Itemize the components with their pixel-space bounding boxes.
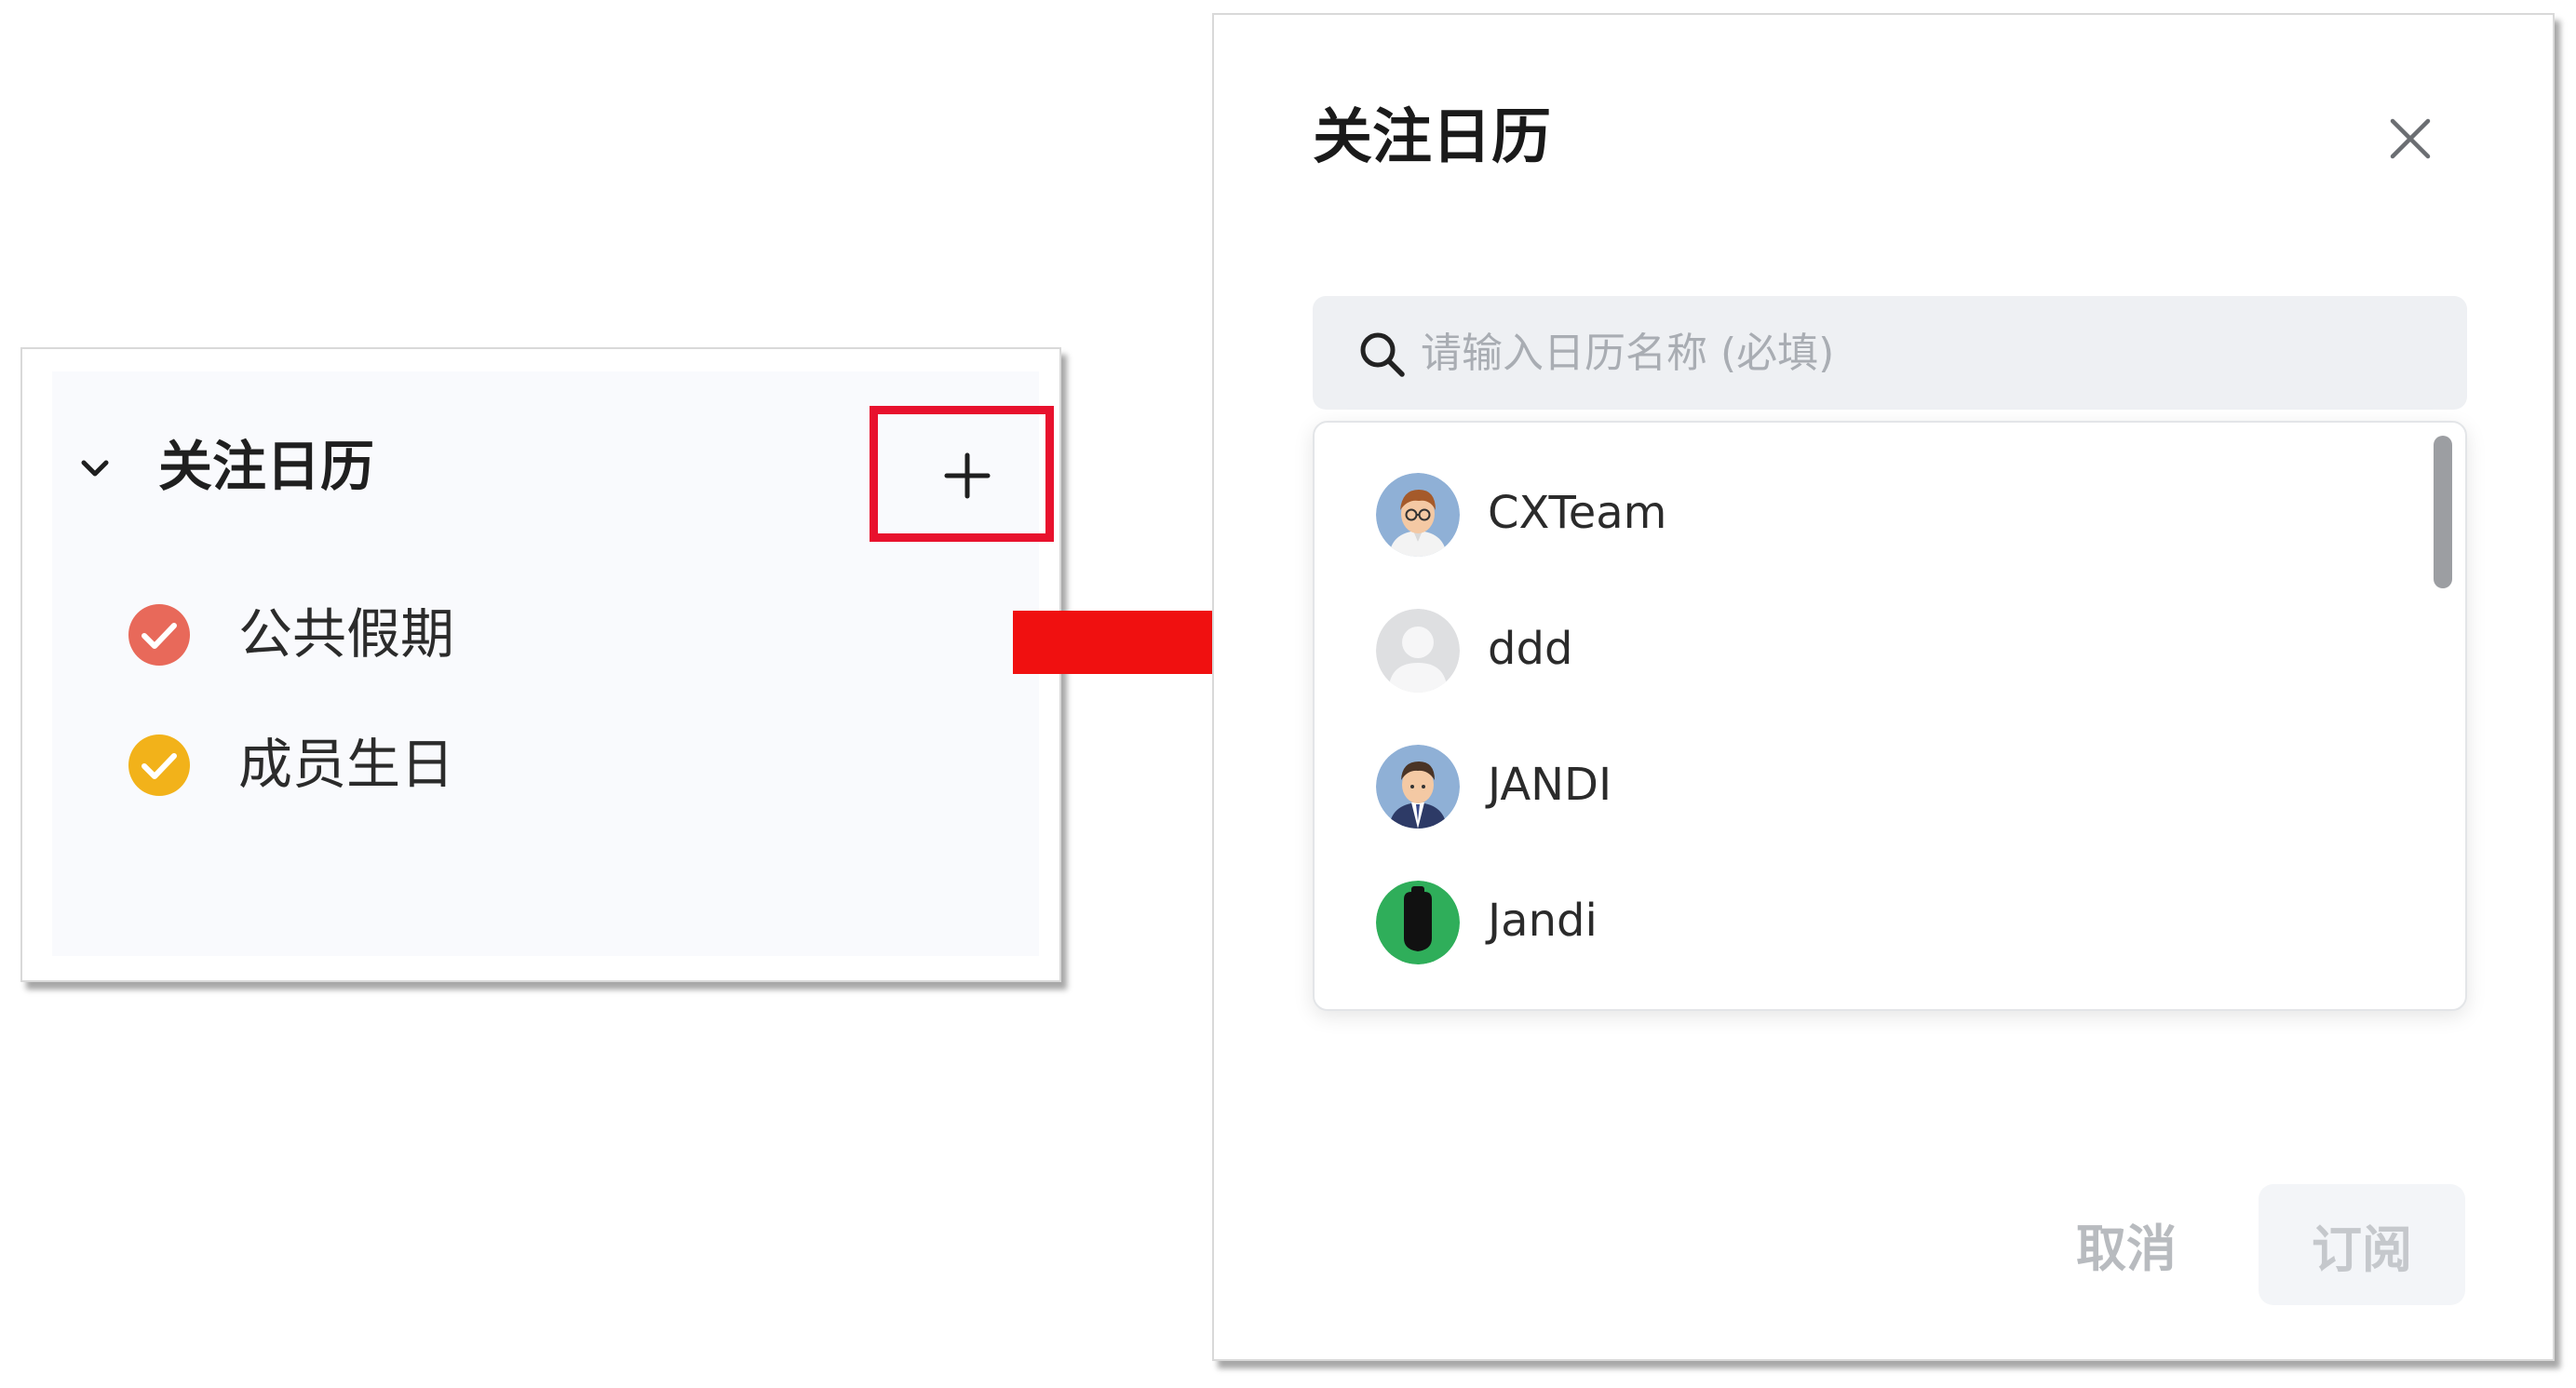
avatar (1376, 473, 1460, 557)
search-input[interactable] (1421, 317, 2445, 389)
chevron-down-icon[interactable] (78, 451, 112, 485)
list-item[interactable]: CXTeam (1315, 460, 2413, 596)
dialog-title: 关注日历 (1313, 103, 1551, 172)
calendar-item-member-birthdays[interactable]: 成员生日 (52, 725, 1039, 800)
calendar-item-public-holidays[interactable]: 公共假期 (52, 595, 1039, 669)
checkbox-checked-icon[interactable] (128, 604, 190, 666)
follow-calendar-dialog: 关注日历 请输入日历名称 (必填) CXTeam ddd JANDI Jandi… (1212, 13, 2555, 1361)
calendar-sidebar-panel: 关注日历 公共假期 成员生日 (20, 347, 1061, 982)
subscribe-button[interactable]: 订阅 (2259, 1184, 2465, 1305)
list-item[interactable]: JANDI (1315, 732, 2413, 868)
section-title: 关注日历 (158, 435, 375, 498)
calendar-name: Jandi (1488, 895, 1598, 947)
avatar (1376, 745, 1460, 829)
avatar (1376, 609, 1460, 693)
plus-icon (944, 452, 991, 499)
calendar-item-label: 公共假期 (238, 602, 455, 666)
list-item[interactable]: ddd (1315, 596, 2413, 732)
calendar-name: JANDI (1488, 759, 1612, 811)
list-item[interactable]: Jandi (1315, 868, 2413, 1004)
search-icon (1357, 330, 1406, 378)
cancel-button[interactable]: 取消 (2052, 1184, 2201, 1303)
calendar-name: CXTeam (1488, 487, 1667, 539)
calendar-sidebar-section: 关注日历 公共假期 成员生日 (52, 371, 1054, 956)
highlight-box (870, 406, 1054, 542)
scrollbar[interactable] (2434, 436, 2452, 588)
checkbox-checked-icon[interactable] (128, 734, 190, 796)
search-field[interactable] (1313, 296, 2467, 410)
calendar-name: ddd (1488, 623, 1573, 675)
close-icon[interactable] (2387, 115, 2434, 162)
add-calendar-button[interactable] (943, 451, 991, 500)
avatar (1376, 881, 1460, 964)
calendar-list[interactable]: CXTeam ddd JANDI Jandi (1313, 421, 2467, 1011)
followed-calendars-header[interactable]: 关注日历 (52, 406, 1054, 542)
calendar-item-label: 成员生日 (238, 733, 455, 796)
